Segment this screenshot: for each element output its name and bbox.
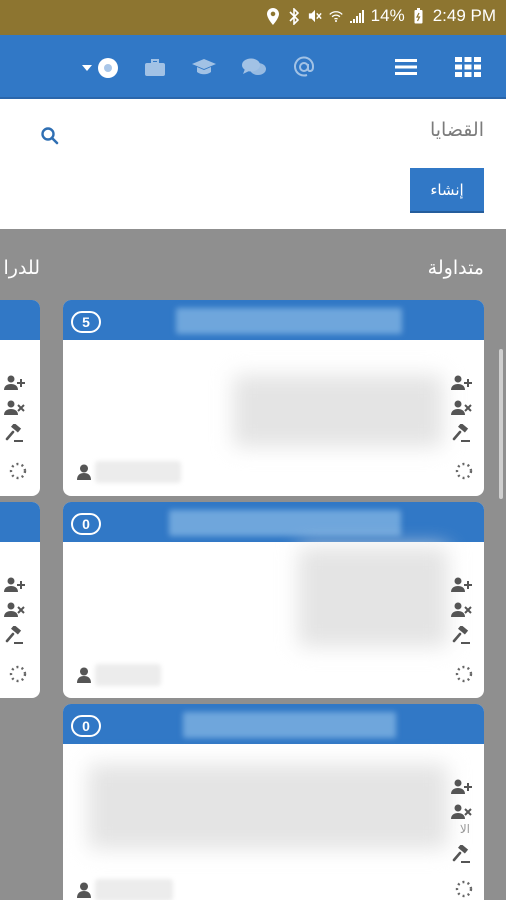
- card-title-redacted: [176, 308, 402, 334]
- add-member-icon[interactable]: [450, 777, 474, 796]
- card-body-redacted: [233, 375, 443, 447]
- at-icon: [294, 56, 315, 77]
- apps-button[interactable]: [452, 53, 484, 81]
- user-menu-button[interactable]: [80, 53, 122, 83]
- bluetooth-icon: [287, 7, 301, 25]
- card-body-redacted: [298, 547, 448, 647]
- cases-button[interactable]: [143, 53, 167, 81]
- case-card[interactable]: [0, 300, 40, 496]
- card-header: 0: [63, 704, 484, 744]
- add-member-icon[interactable]: [450, 575, 474, 594]
- courses-button[interactable]: [190, 53, 218, 81]
- add-member-icon[interactable]: [3, 575, 27, 594]
- assignee-redacted: [95, 879, 173, 900]
- mute-icon: [308, 7, 322, 25]
- remove-member-icon[interactable]: [450, 600, 474, 619]
- gavel-icon[interactable]: [450, 844, 474, 863]
- user-icon: [77, 667, 91, 683]
- page-header: القضايا إنشاء: [0, 99, 506, 229]
- gavel-icon[interactable]: [450, 423, 474, 442]
- add-member-icon[interactable]: [450, 373, 474, 392]
- loading-spinner-icon: [455, 880, 473, 898]
- board-scrollbar[interactable]: [499, 349, 503, 499]
- loading-spinner-icon: [455, 665, 473, 683]
- add-member-icon[interactable]: [3, 373, 27, 392]
- clock: 2:49 PM: [432, 6, 496, 25]
- wifi-icon: [328, 7, 343, 25]
- column-title: متداولة: [427, 257, 484, 279]
- gavel-icon[interactable]: [450, 625, 474, 644]
- case-card[interactable]: 0 الا: [63, 704, 484, 900]
- card-header: 5: [63, 300, 484, 340]
- user-icon: [77, 882, 91, 898]
- gavel-icon[interactable]: [3, 423, 27, 442]
- card-header: 0: [63, 502, 484, 542]
- loading-spinner-icon: [455, 462, 473, 480]
- gavel-icon[interactable]: [3, 625, 27, 644]
- card-body-redacted: [88, 764, 448, 849]
- loading-spinner-icon: [9, 665, 27, 683]
- menu-icon: [395, 59, 417, 75]
- briefcase-icon: [145, 59, 165, 76]
- column-title: للدرا: [3, 257, 40, 279]
- battery-level: 14%: [370, 6, 405, 25]
- card-actions: [450, 777, 474, 821]
- mentions-button[interactable]: [290, 53, 318, 81]
- remove-member-icon[interactable]: [450, 398, 474, 417]
- count-badge: 0: [71, 513, 101, 535]
- top-app-bar: [0, 35, 506, 99]
- case-card[interactable]: 5: [63, 300, 484, 496]
- card-actions: [450, 844, 474, 863]
- assignee-redacted: [95, 664, 161, 686]
- card-actions: [450, 575, 474, 644]
- remove-member-icon[interactable]: [3, 398, 27, 417]
- battery-icon: [412, 7, 426, 25]
- card-header: [0, 502, 40, 542]
- remove-member-icon[interactable]: [3, 600, 27, 619]
- case-card[interactable]: [0, 502, 40, 698]
- remove-member-icon[interactable]: [450, 802, 474, 821]
- page-title: القضايا: [429, 119, 484, 141]
- user-menu-icon: [82, 58, 118, 78]
- status-bar: 14% 2:49 PM: [0, 0, 506, 35]
- messages-button[interactable]: [240, 53, 268, 81]
- count-badge: 0: [71, 715, 101, 737]
- chat-icon: [242, 58, 266, 75]
- signal-icon: [349, 7, 364, 25]
- case-card[interactable]: 0: [63, 502, 484, 698]
- assignee-redacted: [95, 461, 181, 483]
- graduation-cap-icon: [192, 59, 216, 75]
- card-header: [0, 300, 40, 340]
- loading-spinner-icon: [9, 462, 27, 480]
- grid-icon: [455, 57, 481, 77]
- card-note: الا: [459, 822, 470, 836]
- user-icon: [77, 464, 91, 480]
- card-title-redacted: [169, 510, 401, 536]
- search-icon[interactable]: [40, 126, 60, 146]
- card-actions: [450, 373, 474, 442]
- card-actions: [3, 575, 27, 644]
- card-actions: [3, 373, 27, 442]
- location-icon: [266, 7, 280, 25]
- create-button[interactable]: إنشاء: [410, 168, 484, 213]
- count-badge: 5: [71, 311, 101, 333]
- card-title-redacted: [183, 712, 396, 738]
- menu-button[interactable]: [392, 53, 420, 81]
- kanban-board: متداولة للدرا 5 0 0 الا: [0, 229, 506, 900]
